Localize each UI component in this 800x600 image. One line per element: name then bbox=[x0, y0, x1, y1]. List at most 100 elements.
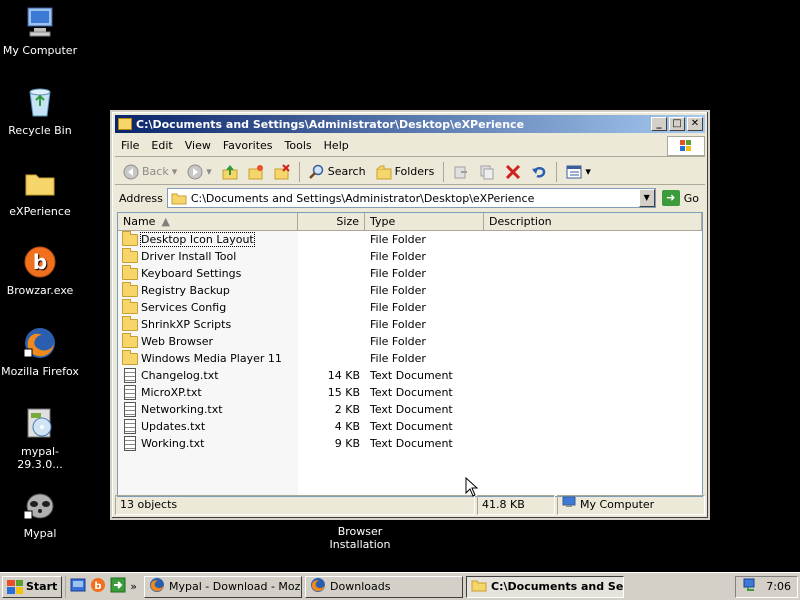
column-size[interactable]: Size bbox=[298, 213, 365, 230]
file-row[interactable]: Updates.txt 4 KB Text Document bbox=[118, 418, 702, 435]
desktop-icon-browzar[interactable]: b Browzar.exe bbox=[0, 244, 80, 297]
file-row[interactable]: Services Config File Folder bbox=[118, 298, 702, 316]
windows-logo-icon bbox=[667, 135, 705, 156]
file-type: Text Document bbox=[370, 420, 453, 433]
menu-tools[interactable]: Tools bbox=[279, 139, 318, 152]
file-row[interactable]: MicroXP.txt 15 KB Text Document bbox=[118, 384, 702, 401]
delete-folder-icon bbox=[274, 163, 290, 180]
views-icon bbox=[566, 164, 582, 180]
task-mypal-download[interactable]: Mypal - Download - Mozill... bbox=[144, 575, 303, 598]
folder-icon bbox=[118, 118, 132, 130]
maximize-button[interactable]: □ bbox=[669, 117, 685, 131]
delete-button[interactable] bbox=[501, 161, 525, 183]
close-button[interactable]: ✕ bbox=[687, 117, 703, 131]
folder-icon bbox=[122, 264, 138, 280]
forward-arrow-icon bbox=[187, 164, 203, 180]
file-size: 2 KB bbox=[334, 403, 360, 416]
file-name-cell: Registry Backup bbox=[118, 281, 298, 297]
title-bar[interactable]: C:\Documents and Settings\Administrator\… bbox=[115, 115, 705, 133]
desktop-icon-mypal-installer[interactable]: mypal-29.3.0... bbox=[0, 405, 80, 471]
desktop-icon-mypal[interactable]: Mypal bbox=[0, 487, 80, 540]
show-desktop-icon[interactable] bbox=[70, 577, 86, 596]
file-row[interactable]: Working.txt 9 KB Text Document bbox=[118, 435, 702, 452]
explorer-window[interactable]: C:\Documents and Settings\Administrator\… bbox=[110, 110, 710, 520]
forward-button[interactable]: ▾ bbox=[183, 161, 216, 183]
task-label: C:\Documents and Se... bbox=[491, 580, 625, 593]
menu-edit[interactable]: Edit bbox=[145, 139, 178, 152]
browzar-quicklaunch-icon[interactable]: b bbox=[90, 577, 106, 596]
file-row[interactable]: Keyboard Settings File Folder bbox=[118, 264, 702, 282]
column-name[interactable]: Name ▲ bbox=[118, 213, 298, 230]
taskbar: Start b » Mypal - Download - Mozill... D… bbox=[0, 572, 800, 600]
folders-button[interactable]: Folders bbox=[372, 161, 439, 183]
menu-view[interactable]: View bbox=[179, 139, 217, 152]
new-folder-button[interactable] bbox=[244, 161, 268, 183]
toolbar-separator bbox=[443, 161, 445, 182]
file-name: ShrinkXP Scripts bbox=[141, 318, 232, 331]
desktop-icon-firefox[interactable]: Mozilla Firefox bbox=[0, 325, 80, 378]
network-tray-icon[interactable] bbox=[742, 577, 758, 596]
folders-label: Folders bbox=[394, 165, 435, 178]
file-type: Text Document bbox=[370, 437, 453, 450]
file-name: Updates.txt bbox=[141, 420, 206, 433]
file-rows: Desktop Icon Layout File Folder Driver Ins… bbox=[118, 230, 702, 496]
file-name: Networking.txt bbox=[141, 403, 223, 416]
file-row[interactable]: Web Browser File Folder bbox=[118, 332, 702, 350]
toolbar-separator bbox=[556, 161, 558, 182]
task-downloads[interactable]: Downloads bbox=[305, 575, 464, 598]
address-bar: Address C:\Documents and Settings\Admini… bbox=[115, 186, 705, 210]
task-explorer-window[interactable]: C:\Documents and Se... bbox=[466, 575, 625, 598]
text-document-icon bbox=[124, 385, 136, 400]
search-icon bbox=[308, 164, 325, 180]
file-row[interactable]: Driver Install Tool File Folder bbox=[118, 247, 702, 265]
file-row[interactable]: ShrinkXP Scripts File Folder bbox=[118, 315, 702, 333]
go-label: Go bbox=[683, 191, 699, 205]
file-name-cell: MicroXP.txt bbox=[118, 385, 298, 400]
copy-to-button[interactable] bbox=[475, 161, 499, 183]
back-button[interactable]: Back ▾ bbox=[119, 161, 181, 183]
desktop-icon-my-computer[interactable]: My Computer bbox=[0, 4, 80, 57]
file-row[interactable]: Windows Media Player 11 File Folder bbox=[118, 349, 702, 367]
address-dropdown-button[interactable]: ▼ bbox=[638, 189, 655, 207]
address-input[interactable]: C:\Documents and Settings\Administrator\… bbox=[166, 188, 656, 208]
undo-button[interactable] bbox=[527, 161, 551, 183]
desktop-icon-label: Mozilla Firefox bbox=[1, 365, 79, 378]
quicklaunch-more-button[interactable]: » bbox=[130, 580, 137, 593]
minimize-button[interactable]: _ bbox=[651, 117, 667, 131]
file-row[interactable]: Registry Backup File Folder bbox=[118, 281, 702, 299]
file-row[interactable]: Networking.txt 2 KB Text Document bbox=[118, 401, 702, 418]
desktop-icon-recycle-bin[interactable]: Recycle Bin bbox=[0, 84, 80, 137]
file-row[interactable]: Changelog.txt 14 KB Text Document bbox=[118, 367, 702, 384]
desktop-icon-experience[interactable]: eXPerience bbox=[0, 165, 80, 218]
clock[interactable]: 7:06 bbox=[766, 580, 791, 593]
views-button[interactable]: ▾ bbox=[562, 161, 595, 183]
desktop-icon-label: Recycle Bin bbox=[8, 124, 72, 137]
file-row[interactable]: Desktop Icon Layout File Folder bbox=[118, 230, 702, 248]
file-name: Desktop Icon Layout bbox=[140, 232, 255, 247]
green-arrow-icon[interactable] bbox=[110, 577, 126, 596]
text-document-icon bbox=[124, 419, 136, 434]
file-list[interactable]: Name ▲ Size Type Description Desktop Icon… bbox=[117, 212, 703, 497]
file-type: File Folder bbox=[370, 301, 426, 314]
menu-help[interactable]: Help bbox=[318, 139, 355, 152]
folder-icon bbox=[22, 165, 58, 201]
toolbar-separator bbox=[298, 161, 300, 182]
file-name: Keyboard Settings bbox=[141, 267, 242, 280]
system-tray: 7:06 bbox=[735, 575, 798, 598]
status-size: 41.8 KB bbox=[477, 495, 555, 515]
start-button[interactable]: Start bbox=[2, 575, 63, 598]
column-type[interactable]: Type bbox=[365, 213, 484, 230]
up-folder-button[interactable] bbox=[218, 161, 242, 183]
search-button[interactable]: Search bbox=[305, 161, 370, 183]
menu-file[interactable]: File bbox=[115, 139, 145, 152]
column-description[interactable]: Description bbox=[484, 213, 702, 230]
menu-favorites[interactable]: Favorites bbox=[217, 139, 279, 152]
folder-icon bbox=[122, 230, 138, 246]
chevron-down-icon: ▾ bbox=[206, 165, 212, 178]
go-button[interactable]: ➜ Go bbox=[660, 190, 705, 206]
text-document-icon bbox=[124, 368, 136, 383]
move-to-icon bbox=[453, 164, 469, 180]
delete-folder-button[interactable] bbox=[270, 161, 294, 183]
folder-icon bbox=[122, 298, 138, 314]
move-to-button[interactable] bbox=[449, 161, 473, 183]
